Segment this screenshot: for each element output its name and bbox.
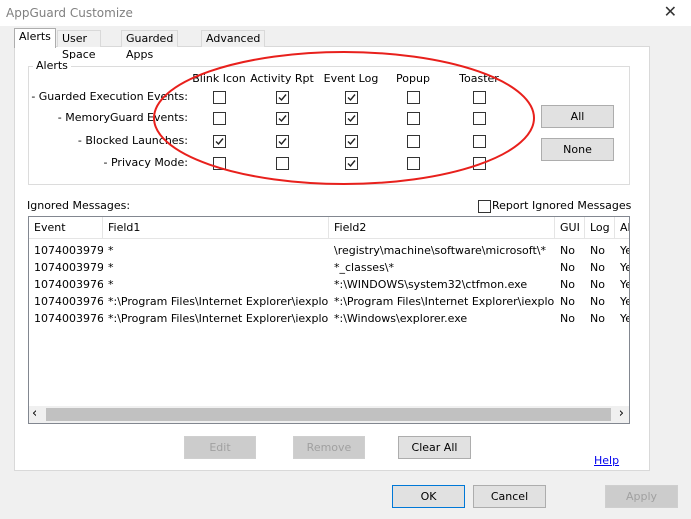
- list-cell: *: [108, 261, 114, 274]
- report-ignored-checkbox[interactable]: [478, 200, 491, 213]
- all-button[interactable]: All: [541, 105, 614, 128]
- list-cell: 1074003976: [34, 295, 103, 308]
- list-cell: *: [108, 278, 114, 291]
- list-cell: No: [590, 261, 605, 274]
- horizontal-scrollbar[interactable]: ‹ ›: [29, 406, 629, 423]
- close-icon[interactable]: ✕: [664, 2, 677, 21]
- list-cell: Ye: [620, 261, 629, 274]
- scroll-right-icon[interactable]: ›: [619, 406, 624, 421]
- scrollbar-thumb[interactable]: [46, 408, 611, 421]
- list-cell: No: [590, 312, 605, 325]
- alerts-group-title: Alerts: [33, 59, 71, 72]
- ignored-messages-label: Ignored Messages:: [27, 199, 131, 212]
- list-cell: No: [590, 244, 605, 257]
- remove-button[interactable]: Remove: [293, 436, 365, 459]
- list-item[interactable]: 1074003976 * *:\WINDOWS\system32\ctfmon.ex…: [29, 276, 629, 293]
- list-cell: *_classes\*: [334, 261, 395, 274]
- tab-advanced[interactable]: Advanced: [201, 30, 266, 47]
- list-cell: No: [560, 261, 575, 274]
- list-cell: *:\WINDOWS\system32\ctfmon.exe: [334, 278, 528, 291]
- tab-guarded-apps[interactable]: Guarded Apps: [121, 30, 179, 61]
- clear-all-button[interactable]: Clear All: [398, 436, 471, 459]
- list-column-header[interactable]: Field2: [329, 217, 555, 239]
- ok-button[interactable]: OK: [392, 485, 465, 508]
- list-cell: *:\Program Files\Internet Explorer\iexpl…: [334, 295, 555, 308]
- list-item[interactable]: 1074003976 *:\Program Files\Internet Expl…: [29, 293, 629, 310]
- list-column-header[interactable]: Al: [615, 217, 629, 239]
- list-column-header[interactable]: Log: [585, 217, 615, 239]
- list-cell: Ye: [620, 295, 629, 308]
- list-cell: Ye: [620, 244, 629, 257]
- window-title: AppGuard Customize: [6, 6, 133, 20]
- list-cell: No: [560, 278, 575, 291]
- list-cell: 1074003979: [34, 261, 103, 274]
- edit-button[interactable]: Edit: [184, 436, 256, 459]
- tab-alerts[interactable]: Alerts: [14, 28, 56, 48]
- list-cell: 1074003976: [34, 312, 103, 325]
- list-cell: *:\Program Files\Internet Explorer\iexpl…: [108, 295, 329, 308]
- list-cell: No: [560, 244, 575, 257]
- list-cell: Ye: [620, 278, 629, 291]
- cancel-button[interactable]: Cancel: [473, 485, 546, 508]
- list-cell: *:\Windows\explorer.exe: [334, 312, 468, 325]
- list-column-header[interactable]: Field1: [103, 217, 329, 239]
- scroll-left-icon[interactable]: ‹: [32, 406, 37, 421]
- list-cell: No: [560, 295, 575, 308]
- list-cell: \registry\machine\software\microsoft\*: [334, 244, 546, 257]
- help-link[interactable]: Help: [594, 454, 619, 467]
- annotation-ellipse: [153, 51, 535, 185]
- list-cell: *:\Program Files\Internet Explorer\iexpl…: [108, 312, 329, 325]
- list-cell: 1074003976: [34, 278, 103, 291]
- ignored-messages-list[interactable]: Event Field1 Field2 GUI Log Al 1074003979 * \reg…: [28, 216, 630, 424]
- list-cell: 1074003979: [34, 244, 103, 257]
- list-item[interactable]: 1074003979 * \registry\machine\software\mi…: [29, 242, 629, 259]
- list-item[interactable]: 1074003976 *:\Program Files\Internet Expl…: [29, 310, 629, 327]
- list-cell: No: [560, 312, 575, 325]
- list-cell: *: [108, 244, 114, 257]
- tab-user-space[interactable]: User Space: [57, 30, 101, 61]
- list-item[interactable]: 1074003979 * *_classes\* No No Ye: [29, 259, 629, 276]
- list-cell: No: [590, 278, 605, 291]
- report-ignored-label: Report Ignored Messages: [492, 199, 632, 212]
- list-cell: Ye: [620, 312, 629, 325]
- none-button[interactable]: None: [541, 138, 614, 161]
- apply-button[interactable]: Apply: [605, 485, 678, 508]
- list-cell: No: [590, 295, 605, 308]
- list-column-header[interactable]: GUI: [555, 217, 585, 239]
- list-column-header[interactable]: Event: [29, 217, 103, 239]
